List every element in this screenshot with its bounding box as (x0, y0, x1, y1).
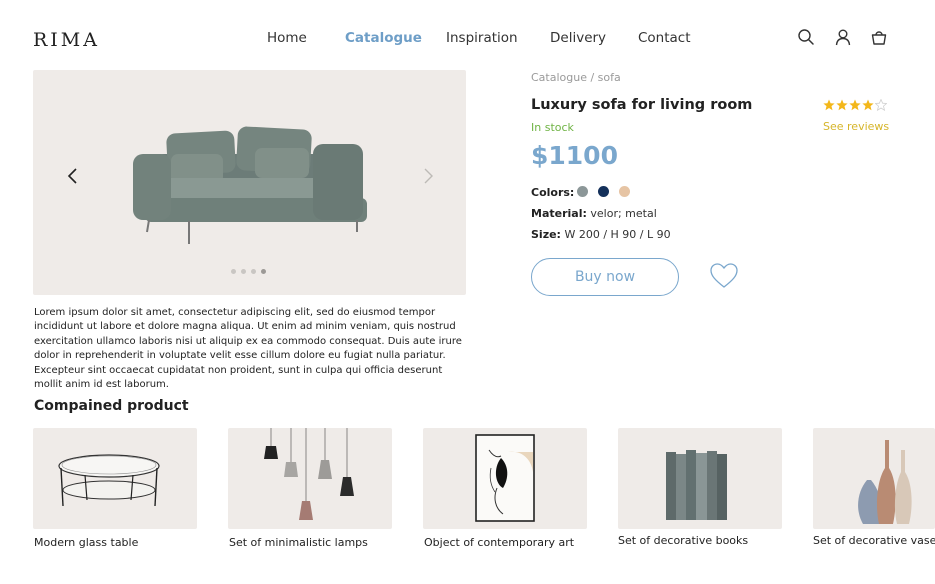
slide-dot[interactable] (241, 269, 246, 274)
color-swatch-beige[interactable] (619, 186, 630, 197)
product-price: $1100 (531, 141, 618, 170)
slide-dot[interactable] (251, 269, 256, 274)
main-nav: Home Catalogue Inspiration Delivery Cont… (0, 30, 935, 50)
related-product-card[interactable] (228, 428, 392, 529)
user-icon[interactable] (834, 28, 852, 46)
chevron-left-icon[interactable] (66, 167, 80, 185)
glass-table-image (58, 454, 160, 507)
product-gallery (33, 70, 466, 295)
slide-dot-active[interactable] (261, 269, 266, 274)
sofa-image (133, 126, 367, 244)
vases-image (858, 440, 912, 524)
nav-catalogue[interactable]: Catalogue (345, 30, 422, 46)
material-value: velor; metal (590, 207, 657, 220)
product-title: Luxury sofa for living room (531, 97, 753, 113)
color-swatch-grey[interactable] (577, 186, 588, 197)
related-product-card[interactable] (33, 428, 197, 529)
related-product-name[interactable]: Set of decorative vases (813, 534, 935, 547)
search-icon[interactable] (797, 28, 815, 46)
related-section-title: Compained product (34, 398, 189, 414)
breadcrumb[interactable]: Catalogue / sofa (531, 71, 621, 84)
heart-icon[interactable] (709, 262, 739, 290)
material-label: Material: (531, 207, 587, 220)
nav-contact[interactable]: Contact (638, 30, 691, 46)
related-product-name[interactable]: Object of contemporary art (424, 536, 574, 549)
slide-dot[interactable] (231, 269, 236, 274)
buy-now-button[interactable]: Buy now (531, 258, 679, 296)
size-label: Size: (531, 228, 561, 241)
slide-indicators (231, 269, 266, 274)
star-icon (823, 99, 835, 111)
related-product-card[interactable] (423, 428, 587, 529)
star-icon (862, 99, 874, 111)
colors-row: Colors: (531, 186, 574, 199)
material-row: Material: velor; metal (531, 207, 657, 220)
related-product-name[interactable]: Modern glass table (34, 536, 138, 549)
stock-status: In stock (531, 121, 574, 134)
star-outline-icon (875, 99, 887, 111)
cart-icon[interactable] (870, 28, 888, 46)
related-product-card[interactable] (813, 428, 935, 529)
color-swatch-navy[interactable] (598, 186, 609, 197)
size-value: W 200 / H 90 / L 90 (564, 228, 671, 241)
related-product-name[interactable]: Set of minimalistic lamps (229, 536, 368, 549)
star-icon (849, 99, 861, 111)
nav-home[interactable]: Home (267, 30, 307, 46)
lamps-image (264, 428, 354, 520)
chevron-right-icon[interactable] (421, 167, 435, 185)
see-reviews-link[interactable]: See reviews (823, 120, 889, 133)
product-description: Lorem ipsum dolor sit amet, consectetur … (34, 307, 462, 391)
colors-label: Colors: (531, 186, 575, 199)
nav-delivery[interactable]: Delivery (550, 30, 606, 46)
rating-stars (823, 99, 887, 111)
related-product-name[interactable]: Set of decorative books (618, 534, 748, 547)
nav-inspiration[interactable]: Inspiration (446, 30, 518, 46)
star-icon (836, 99, 848, 111)
art-image (475, 434, 535, 522)
size-row: Size: W 200 / H 90 / L 90 (531, 228, 671, 241)
books-image (666, 450, 727, 520)
related-product-card[interactable] (618, 428, 782, 529)
